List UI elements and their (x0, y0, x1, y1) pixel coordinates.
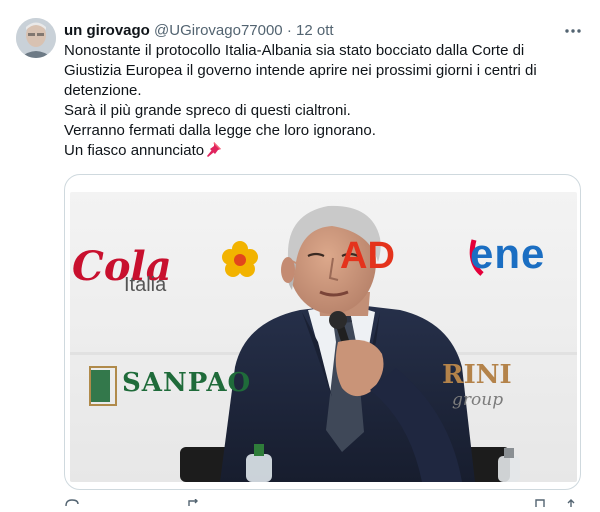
timestamp[interactable]: 12 ott (296, 22, 334, 39)
user-handle[interactable]: @UGirovago77000 (154, 22, 283, 39)
tweet-line: Verranno fermati dalla legge che loro ig… (64, 122, 376, 139)
display-name[interactable]: un girovago (64, 22, 150, 39)
backdrop-logo-ad: AD (340, 235, 395, 277)
backdrop-logo-sanpaolo: SANPAO (122, 368, 252, 398)
share-icon[interactable] (564, 494, 578, 512)
separator-dot: · (286, 22, 292, 39)
retweet-icon[interactable] (186, 494, 202, 512)
more-options-icon[interactable] (562, 20, 584, 42)
reply-icon[interactable] (64, 494, 80, 512)
tweet-line: Un fiasco annunciato (64, 141, 584, 161)
backdrop-logo-group: group (452, 390, 504, 410)
tweet-header: un girovago @UGirovago77000 · 12 ott (64, 21, 560, 41)
backdrop-logo-rini: RINI (442, 360, 512, 390)
tweet-line: Sarà il più grande spreco di questi cial… (64, 102, 351, 119)
tweet-media[interactable]: Cola Italia AD ene SANPAO RINI group (64, 174, 581, 490)
tweet-text: Nonostante il protocollo Italia-Albania … (64, 41, 584, 161)
avatar[interactable] (16, 18, 56, 58)
tweet-line-text: Un fiasco annunciato (64, 142, 205, 159)
tweet-actions (64, 494, 584, 507)
tweet-photo[interactable]: Cola Italia AD ene SANPAO RINI group (70, 192, 577, 482)
tweet-line: Nonostante il protocollo Italia-Albania … (64, 42, 537, 99)
bookmark-icon[interactable] (534, 494, 546, 512)
backdrop-logo-italia: Italia (124, 274, 167, 296)
backdrop-logo-enel: ene (470, 230, 546, 277)
tweet[interactable]: un girovago @UGirovago77000 · 12 ott Non… (0, 0, 600, 507)
pushpin-icon (205, 141, 222, 158)
